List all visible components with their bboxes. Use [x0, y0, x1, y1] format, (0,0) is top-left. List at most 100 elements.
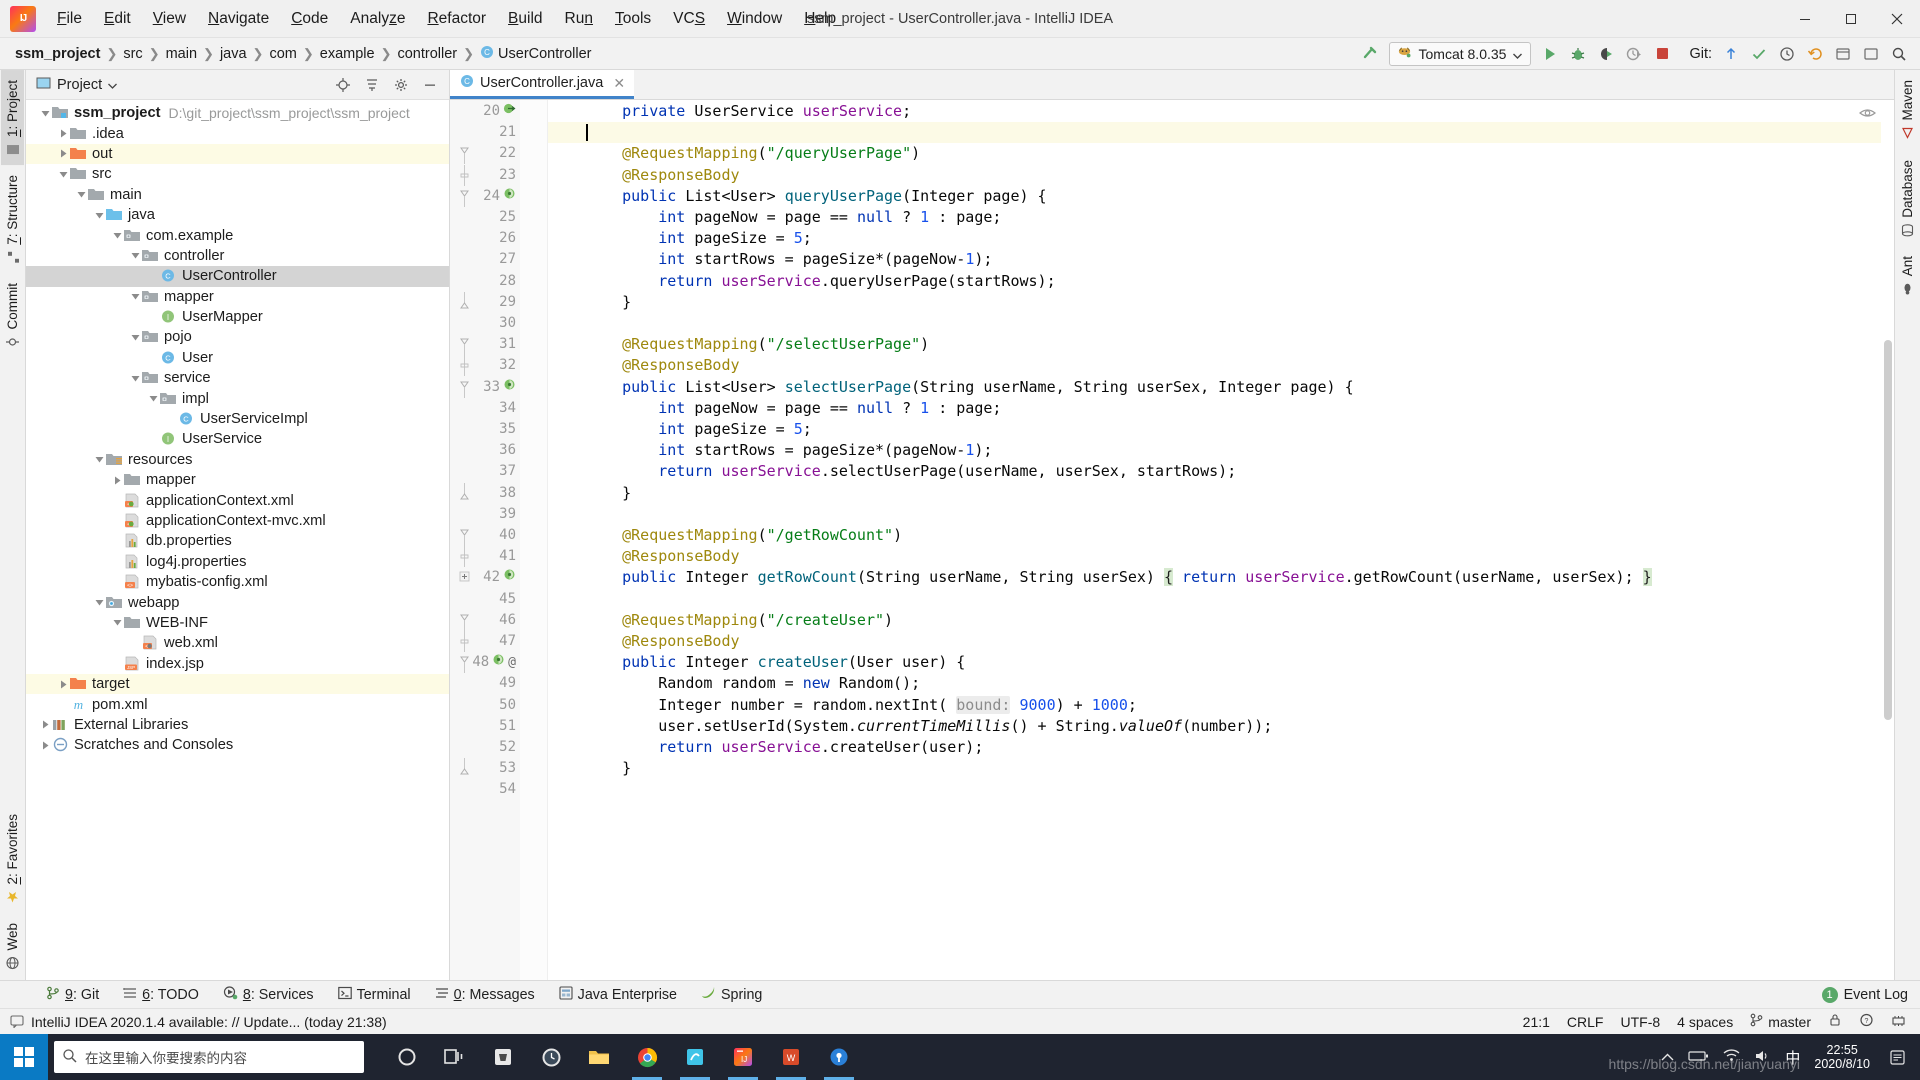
- tree-node-index-jsp[interactable]: JSP index.jsp: [26, 654, 449, 674]
- override-icon[interactable]: [503, 101, 516, 122]
- menu-vcs[interactable]: VCS: [662, 5, 716, 33]
- breadcrumb-item-com[interactable]: com: [264, 44, 301, 64]
- tree-twisty[interactable]: [147, 351, 160, 364]
- gutter-line-37[interactable]: 37: [450, 461, 520, 482]
- override-impl-icon[interactable]: [503, 186, 516, 207]
- code-line-54[interactable]: [548, 779, 586, 800]
- stop-button[interactable]: [1649, 41, 1675, 67]
- tool-window-button-8-services[interactable]: 8: Services: [211, 983, 326, 1007]
- build-hammer-icon[interactable]: [1357, 41, 1383, 67]
- tree-node-applicationcontext-mvc-xml[interactable]: < applicationContext-mvc.xml: [26, 511, 449, 531]
- wps-icon[interactable]: W: [768, 1034, 814, 1080]
- code-line-39[interactable]: [548, 504, 586, 525]
- gutter-line-49[interactable]: 49: [450, 673, 520, 694]
- tool-strip-tab-commit[interactable]: Commit: [1, 273, 24, 359]
- maximize-button[interactable]: [1828, 0, 1874, 38]
- tool-strip-tab-1-project[interactable]: 1: Project: [1, 70, 24, 166]
- store-icon[interactable]: [480, 1034, 526, 1080]
- settings-gear-icon[interactable]: [388, 72, 414, 98]
- tree-node-java[interactable]: java: [26, 205, 449, 225]
- run-with-coverage-button[interactable]: [1593, 41, 1619, 67]
- tree-node-applicationcontext-xml[interactable]: < applicationContext.xml: [26, 490, 449, 510]
- menu-window[interactable]: Window: [716, 5, 793, 33]
- tool-window-button-spring[interactable]: Spring: [689, 983, 774, 1007]
- tree-twisty[interactable]: [57, 678, 70, 691]
- menu-edit[interactable]: Edit: [93, 5, 142, 33]
- tree-node-impl[interactable]: impl: [26, 388, 449, 408]
- fold-marker-line-33[interactable]: [450, 377, 478, 398]
- breadcrumb-item-ssm-project[interactable]: ssm_project: [10, 44, 105, 64]
- tree-node-external-libraries[interactable]: External Libraries: [26, 715, 449, 735]
- menu-code[interactable]: Code: [280, 5, 339, 33]
- tree-node-pojo[interactable]: pojo: [26, 327, 449, 347]
- gutter-line-54[interactable]: 54: [450, 779, 520, 800]
- editor-tab-usercontroller[interactable]: C UserController.java ✕: [450, 70, 635, 99]
- tree-twisty[interactable]: [57, 698, 70, 711]
- tree-twisty[interactable]: [111, 576, 124, 589]
- fold-marker-line-40[interactable]: [450, 525, 478, 547]
- tree-node-scratches-and-consoles[interactable]: Scratches and Consoles: [26, 735, 449, 755]
- gutter-line-36[interactable]: 36: [450, 440, 520, 461]
- rollback-icon[interactable]: [1802, 41, 1828, 67]
- editor-app-icon[interactable]: [672, 1034, 718, 1080]
- menu-run[interactable]: Run: [554, 5, 604, 33]
- code-line-32[interactable]: @ResponseBody: [548, 355, 739, 376]
- tool-window-button-0-messages[interactable]: 0: Messages: [423, 983, 547, 1007]
- code-line-29[interactable]: }: [548, 292, 631, 313]
- tree-twisty[interactable]: [111, 657, 124, 670]
- tree-twisty[interactable]: [39, 107, 52, 120]
- code-line-30[interactable]: [548, 313, 586, 334]
- tree-twisty[interactable]: [129, 331, 142, 344]
- override-impl-icon[interactable]: [503, 567, 516, 588]
- code-line-42[interactable]: public Integer getRowCount(String userNa…: [548, 567, 1652, 588]
- tool-window-button-9-git[interactable]: 9: Git: [34, 983, 111, 1007]
- code-line-41[interactable]: @ResponseBody: [548, 546, 739, 567]
- tree-node-out[interactable]: out: [26, 143, 449, 165]
- code-line-45[interactable]: [548, 589, 586, 610]
- tool-strip-tab-maven[interactable]: Maven: [1896, 70, 1919, 150]
- code-line-35[interactable]: int pageSize = 5;: [548, 419, 812, 440]
- editor-fold-column[interactable]: [459, 100, 548, 980]
- tree-node-mapper[interactable]: mapper: [26, 287, 449, 307]
- tree-node-userserviceimpl[interactable]: C UserServiceImpl: [26, 409, 449, 429]
- tree-twisty[interactable]: [93, 596, 106, 609]
- code-line-24[interactable]: public List<User> queryUserPage(Integer …: [548, 186, 1046, 207]
- chevron-down-icon[interactable]: [108, 77, 118, 93]
- editor-body[interactable]: 20 21 22 23 24 25 26 27 28 29 30 31 32 33 34 35 36 37 38 39…: [450, 100, 1894, 980]
- code-line-51[interactable]: user.setUserId(System.currentTimeMillis(…: [548, 716, 1272, 737]
- settings-icon[interactable]: [1858, 41, 1884, 67]
- code-line-37[interactable]: return userService.selectUserPage(userNa…: [548, 461, 1236, 482]
- tree-twisty[interactable]: [147, 433, 160, 446]
- gutter-line-27[interactable]: 27: [450, 249, 520, 270]
- code-line-50[interactable]: Integer number = random.nextInt( bound: …: [548, 695, 1137, 716]
- run-configuration-selector[interactable]: Tomcat 8.0.35: [1388, 41, 1532, 66]
- fold-marker-line-31[interactable]: [450, 334, 478, 356]
- editor-code[interactable]: private UserService userService; @Reques…: [548, 100, 1894, 980]
- tree-node-user[interactable]: C User: [26, 348, 449, 368]
- gutter-line-45[interactable]: 45: [450, 589, 520, 610]
- history-icon[interactable]: [1774, 41, 1800, 67]
- run-button[interactable]: [1537, 41, 1563, 67]
- tree-twisty[interactable]: [147, 392, 160, 405]
- taskbar-search-input[interactable]: 在这里输入你要搜索的内容: [54, 1041, 364, 1073]
- tree-node-mapper[interactable]: mapper: [26, 470, 449, 490]
- chrome-icon[interactable]: [624, 1034, 670, 1080]
- code-line-28[interactable]: return userService.queryUserPage(startRo…: [548, 271, 1055, 292]
- gutter-line-30[interactable]: 30: [450, 313, 520, 334]
- tree-node-mybatis-config-xml[interactable]: <> mybatis-config.xml: [26, 572, 449, 592]
- fold-marker-line-22[interactable]: [450, 143, 478, 165]
- code-line-22[interactable]: @RequestMapping("/queryUserPage"): [548, 143, 920, 164]
- breadcrumb-item-main[interactable]: main: [161, 44, 202, 64]
- fold-marker-line-24[interactable]: [450, 186, 478, 207]
- menu-help[interactable]: Help: [793, 5, 847, 33]
- override-impl-at-icon[interactable]: [492, 652, 505, 673]
- gutter-line-25[interactable]: 25: [450, 207, 520, 228]
- tree-node--idea[interactable]: .idea: [26, 123, 449, 143]
- gutter-line-39[interactable]: 39: [450, 504, 520, 525]
- tree-node-web-xml[interactable]: < web.xml: [26, 633, 449, 653]
- update-project-icon[interactable]: [1718, 41, 1744, 67]
- gutter-line-34[interactable]: 34: [450, 398, 520, 419]
- tool-window-button-6-todo[interactable]: 6: TODO: [111, 983, 211, 1007]
- tool-window-button-terminal[interactable]: Terminal: [326, 983, 423, 1007]
- tool-strip-tab-2-favorites[interactable]: 2: Favorites: [1, 804, 24, 914]
